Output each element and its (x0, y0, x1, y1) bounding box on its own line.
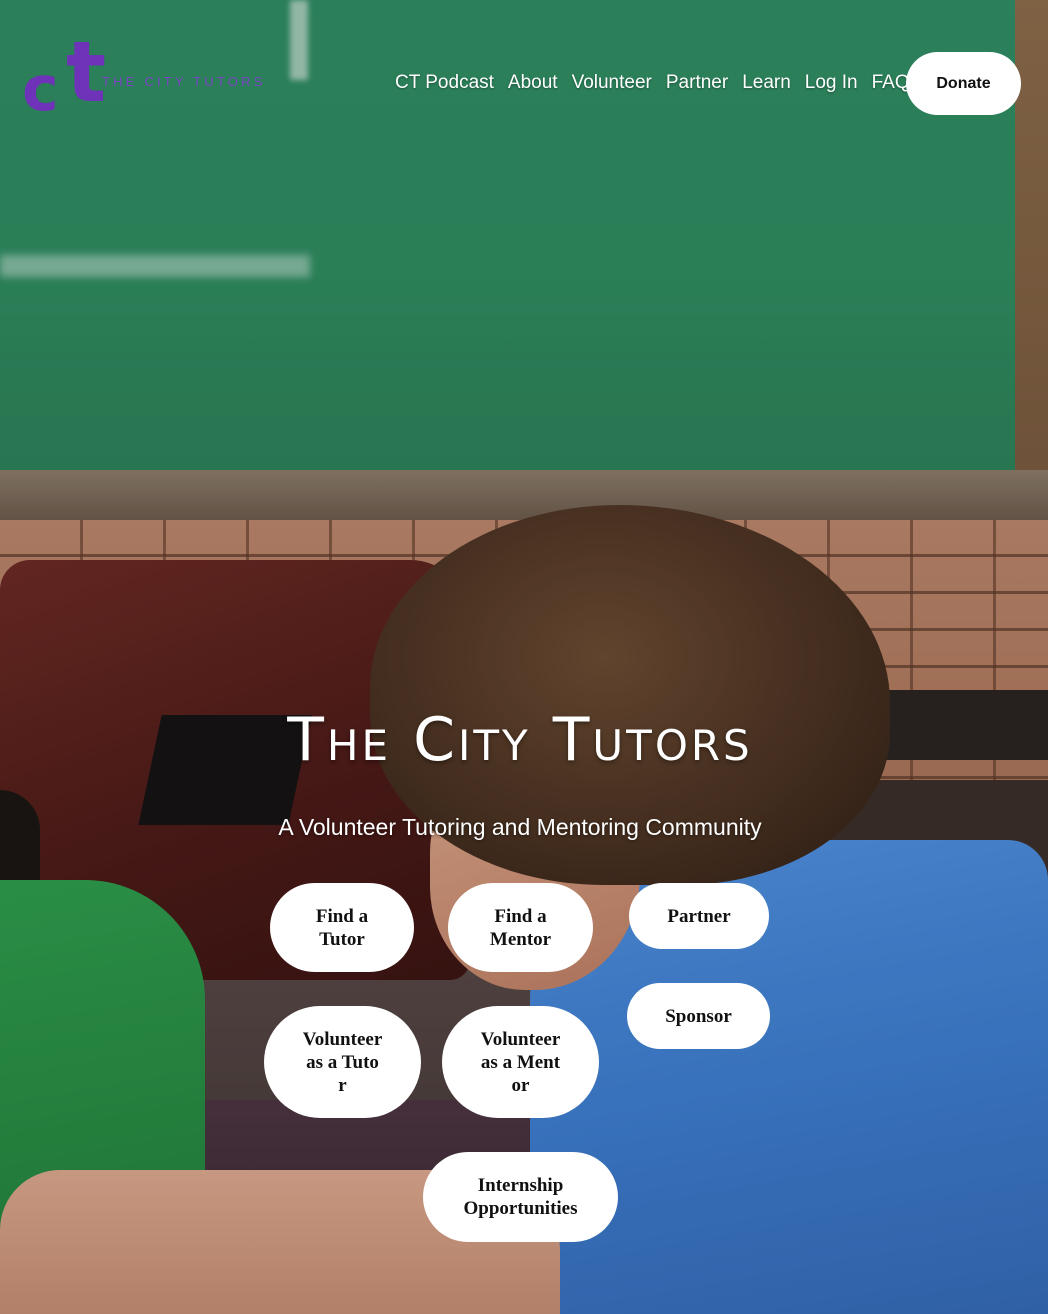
sponsor-button[interactable]: Sponsor (627, 983, 770, 1049)
find-tutor-label: Find a Tutor (315, 905, 369, 950)
nav-partner[interactable]: Partner (659, 70, 735, 96)
logo-monogram-t: t (66, 23, 107, 121)
find-tutor-button[interactable]: Find a Tutor (270, 883, 414, 972)
volunteer-tutor-label: Volunteer as a Tutor (302, 1028, 383, 1096)
volunteer-mentor-label: Volunteer as a Mentor (480, 1028, 561, 1096)
nav-ct-podcast[interactable]: CT Podcast (388, 70, 501, 96)
donate-button[interactable]: Donate (906, 52, 1021, 115)
nav-learn[interactable]: Learn (735, 70, 798, 96)
sponsor-label: Sponsor (665, 1005, 732, 1027)
partner-button[interactable]: Partner (629, 883, 769, 949)
volunteer-tutor-button[interactable]: Volunteer as a Tutor (264, 1006, 421, 1118)
page-title: The City Tutors (287, 705, 753, 775)
site-header: c t THE CITY TUTORS CT Podcast About Vol… (0, 0, 1048, 170)
find-mentor-button[interactable]: Find a Mentor (448, 883, 593, 972)
find-mentor-label: Find a Mentor (489, 905, 552, 950)
nav-volunteer[interactable]: Volunteer (565, 70, 659, 96)
internship-opportunities-button[interactable]: Internship Opportunities (423, 1152, 618, 1242)
partner-label: Partner (667, 905, 731, 927)
page-subtitle: A Volunteer Tutoring and Mentoring Commu… (278, 814, 762, 840)
nav-about[interactable]: About (501, 70, 565, 96)
volunteer-mentor-button[interactable]: Volunteer as a Mentor (442, 1006, 599, 1118)
internship-label: Internship Opportunities (463, 1175, 578, 1219)
main-nav: CT Podcast About Volunteer Partner Learn… (388, 70, 926, 96)
logo-wordmark: THE CITY TUTORS (102, 74, 266, 89)
site-logo[interactable]: c t THE CITY TUTORS (22, 30, 262, 120)
nav-log-in[interactable]: Log In (798, 70, 865, 96)
logo-monogram-c: c (22, 52, 59, 125)
